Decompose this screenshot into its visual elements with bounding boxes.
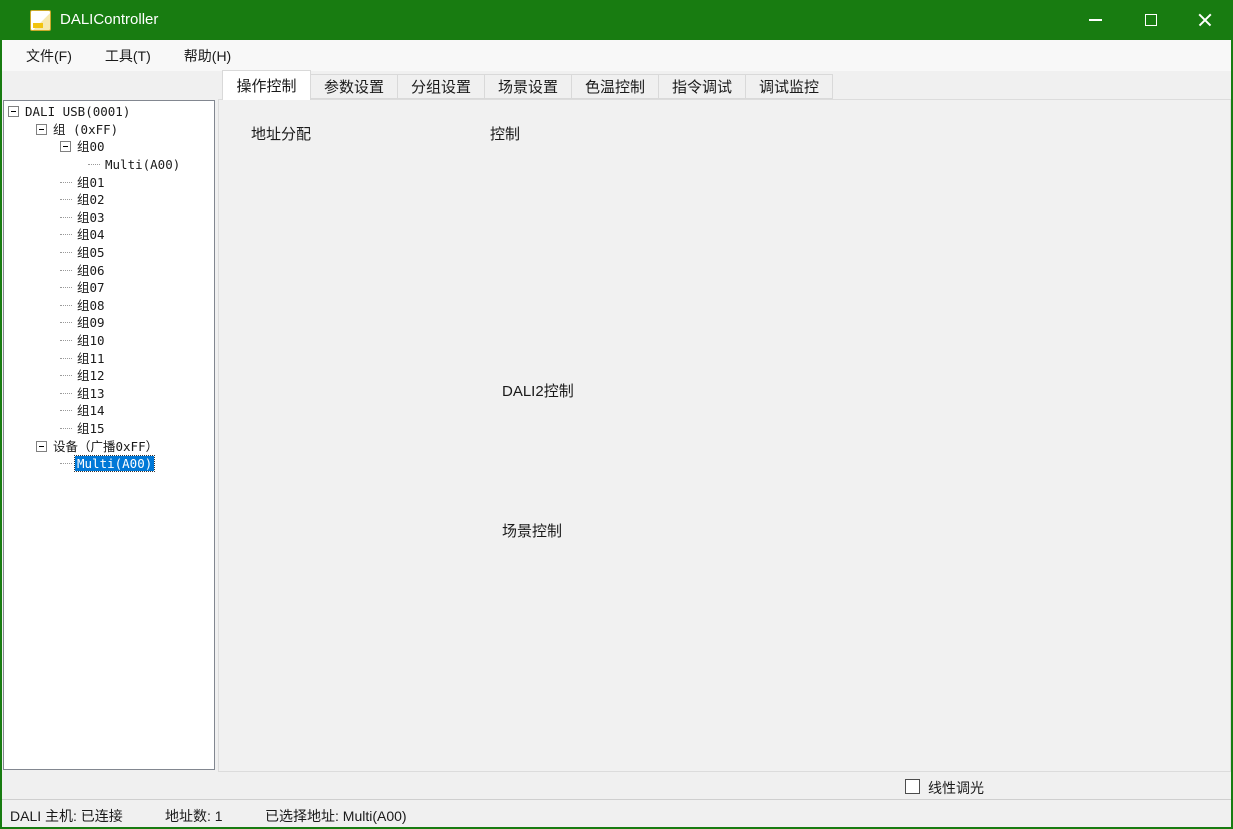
tree-item-group02[interactable]: 组02 [75,192,107,207]
control-title: 控制 [486,126,524,144]
app-icon [30,10,51,31]
tree-expander-icon[interactable] [36,441,47,452]
tree-item-group00[interactable]: 组00 [75,139,107,154]
status-host-connection: DALI 主机: 已连接 [10,806,123,826]
tree-connector [60,270,72,271]
tree-connector [60,182,72,183]
tree-connector [88,164,100,165]
tree-item-group06[interactable]: 组06 [75,263,107,278]
tab-operation-control[interactable]: 操作控制 [222,70,311,100]
tab-command-debug[interactable]: 指令调试 [659,74,746,99]
tree-item-multi-a00-selected[interactable]: Multi(A00) [75,456,154,471]
close-button[interactable] [1177,0,1233,40]
tree-connector [60,234,72,235]
status-bar: DALI 主机: 已连接 地址数: 1 已选择地址: Multi(A00) [2,799,1231,827]
maximize-button[interactable] [1123,0,1179,40]
tree-item-group07[interactable]: 组07 [75,280,107,295]
tree-item-group14[interactable]: 组14 [75,403,107,418]
address-assignment-title: 地址分配 [247,126,315,144]
linear-dimming-checkbox[interactable] [905,779,920,794]
tree-expander-icon[interactable] [8,106,19,117]
status-address-count: 地址数: 1 [165,806,223,826]
status-selected-address: 已选择地址: Multi(A00) [265,806,407,826]
tree-item-group05[interactable]: 组05 [75,245,107,260]
tree-item-group01[interactable]: 组01 [75,175,107,190]
tab-page [218,99,1231,772]
tab-group-settings[interactable]: 分组设置 [398,74,485,99]
tab-strip: 操作控制 参数设置 分组设置 场景设置 色温控制 指令调试 调试监控 [222,70,833,100]
tree-connector [60,410,72,411]
dali2-control-title: DALI2控制 [498,383,578,401]
tree-connector [60,340,72,341]
scene-control-title: 场景控制 [498,523,566,541]
menu-file[interactable]: 文件(F) [24,44,74,68]
tab-color-temp-control[interactable]: 色温控制 [572,74,659,99]
menu-help[interactable]: 帮助(H) [182,44,233,68]
tree-item-group04[interactable]: 组04 [75,227,107,242]
tree-item-group08[interactable]: 组08 [75,298,107,313]
tree-connector [60,199,72,200]
tree-expander-icon[interactable] [60,141,71,152]
window-title: DALIController [60,9,158,31]
tree-connector [60,393,72,394]
title-bar: DALIController [0,0,1233,40]
tree-connector [60,305,72,306]
tree-item-group15[interactable]: 组15 [75,421,107,436]
tree-item-group10[interactable]: 组10 [75,333,107,348]
tree-connector [60,358,72,359]
tree-connector [60,428,72,429]
tree-expander-icon[interactable] [36,124,47,135]
tree-connector [60,463,72,464]
tree-item-group-root[interactable]: 组 (0xFF) [51,122,120,137]
tree-connector [60,217,72,218]
tree-connector [60,252,72,253]
tab-parameter-settings[interactable]: 参数设置 [311,74,398,99]
tree-item-group13[interactable]: 组13 [75,386,107,401]
linear-dimming-label: 线性调光 [928,778,984,798]
tree-connector [60,375,72,376]
tab-debug-monitor[interactable]: 调试监控 [746,74,833,99]
close-icon [1198,13,1212,27]
minimize-icon [1089,19,1102,21]
tab-scene-settings[interactable]: 场景设置 [485,74,572,99]
tree-item-group11[interactable]: 组11 [75,351,107,366]
tree-connector [60,287,72,288]
tree-connector [60,322,72,323]
tree-item-group03[interactable]: 组03 [75,210,107,225]
app-window: DALIController 文件(F) 工具(T) 帮助(H) 操作控制 参数… [0,0,1233,829]
window-border-left [0,40,2,829]
device-tree: DALI USB(0001) 组 (0xFF) 组00 Multi(A00) 组… [3,100,215,770]
tree-item-device-broadcast[interactable]: 设备（广播0xFF） [51,439,160,454]
minimize-button[interactable] [1067,0,1123,40]
tree-item-dali-usb[interactable]: DALI USB(0001) [23,104,132,119]
menu-bar: 文件(F) 工具(T) 帮助(H) [2,40,1231,71]
tree-item-group09[interactable]: 组09 [75,315,107,330]
maximize-icon [1145,14,1157,26]
tree-item-group12[interactable]: 组12 [75,368,107,383]
tree-item-multi-a00[interactable]: Multi(A00) [103,157,182,172]
menu-tools[interactable]: 工具(T) [103,44,153,68]
